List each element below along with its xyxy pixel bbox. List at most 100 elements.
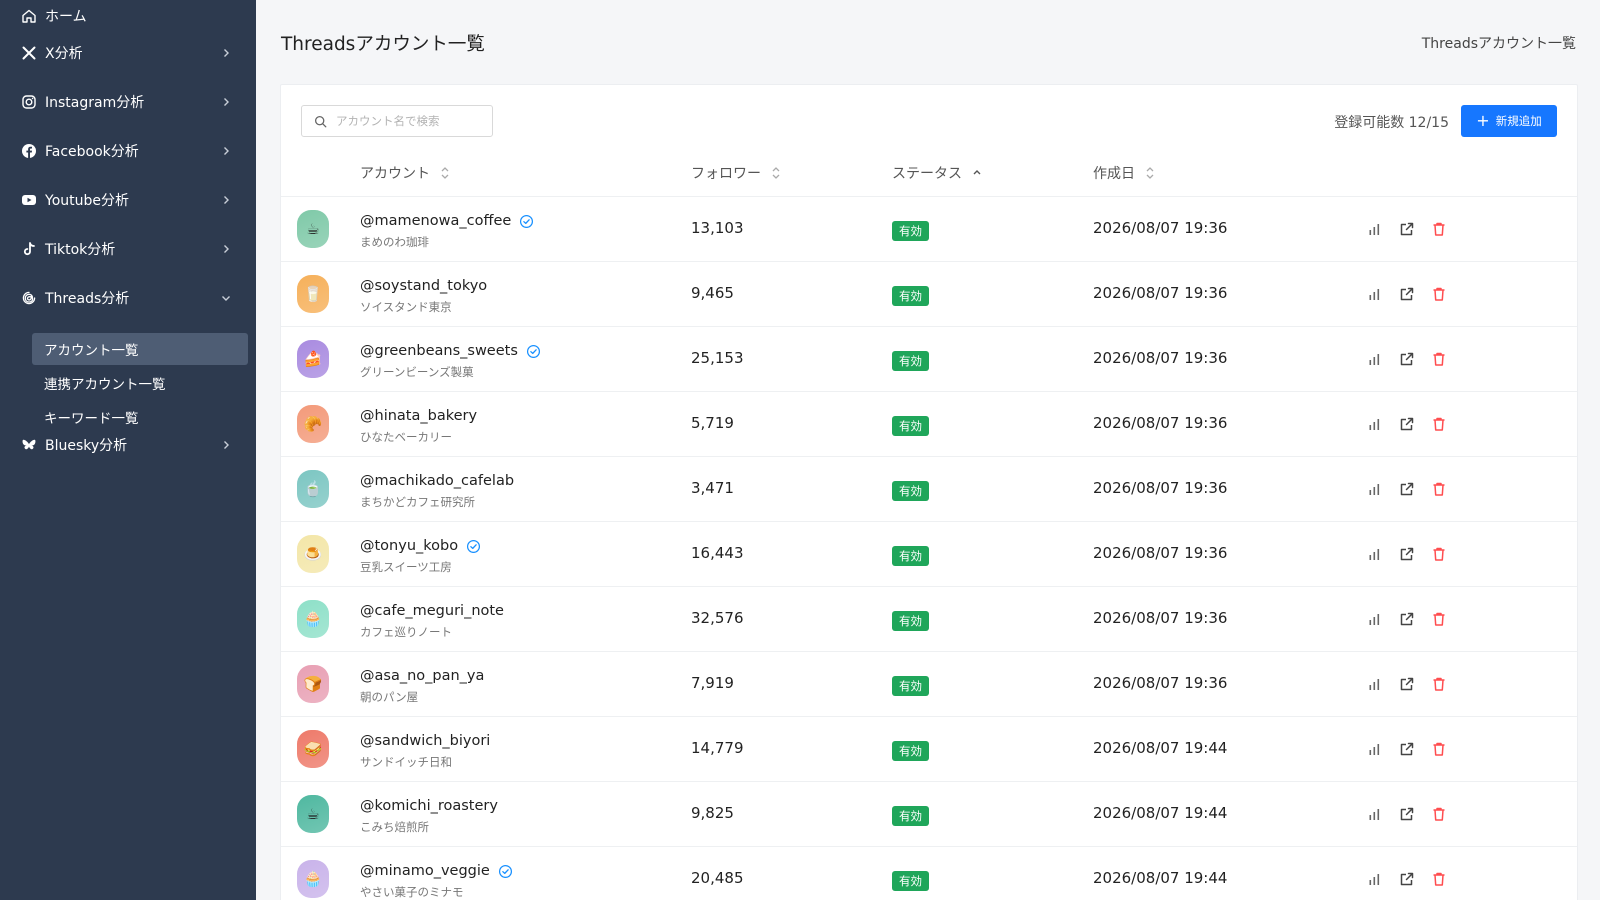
account-handle[interactable]: @mamenowa_coffee bbox=[360, 213, 511, 229]
avatar[interactable]: 🧁 bbox=[297, 600, 329, 638]
sidebar-item-label: Bluesky分析 bbox=[45, 438, 128, 454]
delete-icon[interactable] bbox=[1430, 870, 1448, 888]
stats-icon[interactable] bbox=[1366, 805, 1384, 823]
delete-icon[interactable] bbox=[1430, 285, 1448, 303]
account-handle[interactable]: @greenbeans_sweets bbox=[360, 343, 518, 359]
sidebar-item-tiktok[interactable]: Tiktok分析 bbox=[0, 224, 256, 274]
column-header-created[interactable]: 作成日 bbox=[1093, 149, 1155, 197]
sidebar-item-label: Tiktok分析 bbox=[45, 242, 116, 258]
delete-icon[interactable] bbox=[1430, 740, 1448, 758]
account-handle[interactable]: @machikado_cafelab bbox=[360, 473, 514, 489]
sort-icon bbox=[440, 166, 450, 180]
avatar[interactable]: 🍰 bbox=[297, 340, 329, 378]
delete-icon[interactable] bbox=[1430, 350, 1448, 368]
delete-icon[interactable] bbox=[1430, 220, 1448, 238]
external-link-icon[interactable] bbox=[1398, 285, 1416, 303]
chevron-down-icon bbox=[220, 292, 232, 304]
account-display-name: やさい菓子のミナモ bbox=[360, 885, 464, 899]
stats-icon[interactable] bbox=[1366, 415, 1384, 433]
external-link-icon[interactable] bbox=[1398, 870, 1416, 888]
avatar[interactable]: 🧁 bbox=[297, 860, 329, 898]
created-date: 2026/08/07 19:36 bbox=[1093, 349, 1228, 367]
breadcrumb[interactable]: Threadsアカウント一覧 bbox=[1422, 33, 1576, 53]
chevron-right-icon bbox=[220, 243, 232, 255]
account-handle[interactable]: @hinata_bakery bbox=[360, 408, 477, 424]
avatar[interactable]: 🍞 bbox=[297, 665, 329, 703]
sidebar-item-youtube[interactable]: Youtube分析 bbox=[0, 175, 256, 225]
stats-icon[interactable] bbox=[1366, 350, 1384, 368]
stats-icon[interactable] bbox=[1366, 740, 1384, 758]
table-header: アカウント フォロワー ステータス 作成日 bbox=[281, 149, 1577, 197]
sidebar-item-bluesky[interactable]: Bluesky分析 bbox=[0, 420, 256, 470]
external-link-icon[interactable] bbox=[1398, 480, 1416, 498]
external-link-icon[interactable] bbox=[1398, 740, 1416, 758]
delete-icon[interactable] bbox=[1430, 545, 1448, 563]
sidebar-item-instagram[interactable]: Instagram分析 bbox=[0, 77, 256, 127]
youtube-icon bbox=[20, 191, 38, 209]
delete-icon[interactable] bbox=[1430, 480, 1448, 498]
stats-icon[interactable] bbox=[1366, 480, 1384, 498]
account-handle[interactable]: @sandwich_biyori bbox=[360, 733, 490, 749]
followers-count: 3,471 bbox=[691, 479, 734, 497]
external-link-icon[interactable] bbox=[1398, 220, 1416, 238]
stats-icon[interactable] bbox=[1366, 285, 1384, 303]
delete-icon[interactable] bbox=[1430, 805, 1448, 823]
account-handle[interactable]: @soystand_tokyo bbox=[360, 278, 487, 294]
delete-icon[interactable] bbox=[1430, 675, 1448, 693]
column-header-followers[interactable]: フォロワー bbox=[691, 149, 781, 197]
column-header-status[interactable]: ステータス bbox=[892, 149, 982, 197]
chevron-right-icon bbox=[220, 96, 232, 108]
created-date: 2026/08/07 19:36 bbox=[1093, 609, 1228, 627]
sidebar-item-label: Facebook分析 bbox=[45, 144, 139, 160]
account-handle[interactable]: @asa_no_pan_ya bbox=[360, 668, 484, 684]
sidebar-item-label: Threads分析 bbox=[45, 291, 130, 307]
avatar[interactable]: 🥪 bbox=[297, 730, 329, 768]
account-cell: @tonyu_kobo 豆乳スイーツ工房 bbox=[360, 536, 481, 575]
account-display-name: サンドイッチ日和 bbox=[360, 755, 452, 769]
sidebar-subitem[interactable]: アカウント一覧 bbox=[32, 333, 248, 365]
sidebar-item-label: Instagram分析 bbox=[45, 95, 145, 111]
stats-icon[interactable] bbox=[1366, 675, 1384, 693]
avatar[interactable]: ☕ bbox=[297, 210, 329, 248]
external-link-icon[interactable] bbox=[1398, 350, 1416, 368]
avatar[interactable]: 🍮 bbox=[297, 535, 329, 573]
search-input[interactable] bbox=[336, 114, 486, 128]
external-link-icon[interactable] bbox=[1398, 415, 1416, 433]
external-link-icon[interactable] bbox=[1398, 675, 1416, 693]
avatar[interactable]: 🍵 bbox=[297, 470, 329, 508]
account-display-name: まちかどカフェ研究所 bbox=[360, 495, 475, 509]
account-handle[interactable]: @komichi_roastery bbox=[360, 798, 498, 814]
account-handle[interactable]: @tonyu_kobo bbox=[360, 538, 458, 554]
add-account-button[interactable]: + 新規追加 bbox=[1461, 105, 1557, 137]
stats-icon[interactable] bbox=[1366, 610, 1384, 628]
account-handle[interactable]: @minamo_veggie bbox=[360, 863, 490, 879]
search-icon bbox=[314, 115, 327, 127]
external-link-icon[interactable] bbox=[1398, 805, 1416, 823]
external-link-icon[interactable] bbox=[1398, 610, 1416, 628]
delete-icon[interactable] bbox=[1430, 610, 1448, 628]
delete-icon[interactable] bbox=[1430, 415, 1448, 433]
column-header-account[interactable]: アカウント bbox=[360, 149, 450, 197]
table-row: ☕ @komichi_roastery こみち焙煎所 9,825 有効 2026/08/0… bbox=[281, 782, 1577, 847]
stats-icon[interactable] bbox=[1366, 870, 1384, 888]
sidebar-item-threads[interactable]: Threads分析 bbox=[0, 273, 256, 323]
account-handle[interactable]: @cafe_meguri_note bbox=[360, 603, 504, 619]
sidebar-item-facebook[interactable]: Facebook分析 bbox=[0, 126, 256, 176]
avatar[interactable]: 🥛 bbox=[297, 275, 329, 313]
stats-icon[interactable] bbox=[1366, 220, 1384, 238]
sidebar-item-x-logo[interactable]: X分析 bbox=[0, 28, 256, 78]
row-actions bbox=[1366, 805, 1448, 823]
avatar[interactable]: ☕ bbox=[297, 795, 329, 833]
search-box[interactable] bbox=[301, 105, 493, 137]
followers-count: 9,465 bbox=[691, 284, 734, 302]
plus-icon: + bbox=[1476, 111, 1490, 130]
sidebar-subitem[interactable]: 連携アカウント一覧 bbox=[32, 367, 248, 399]
row-actions bbox=[1366, 415, 1448, 433]
column-label: アカウント bbox=[360, 166, 430, 182]
avatar[interactable]: 🥐 bbox=[297, 405, 329, 443]
sort-ascending-icon bbox=[972, 166, 982, 180]
followers-count: 32,576 bbox=[691, 609, 744, 627]
account-cell: @mamenowa_coffee まめのわ珈琲 bbox=[360, 211, 534, 250]
external-link-icon[interactable] bbox=[1398, 545, 1416, 563]
stats-icon[interactable] bbox=[1366, 545, 1384, 563]
